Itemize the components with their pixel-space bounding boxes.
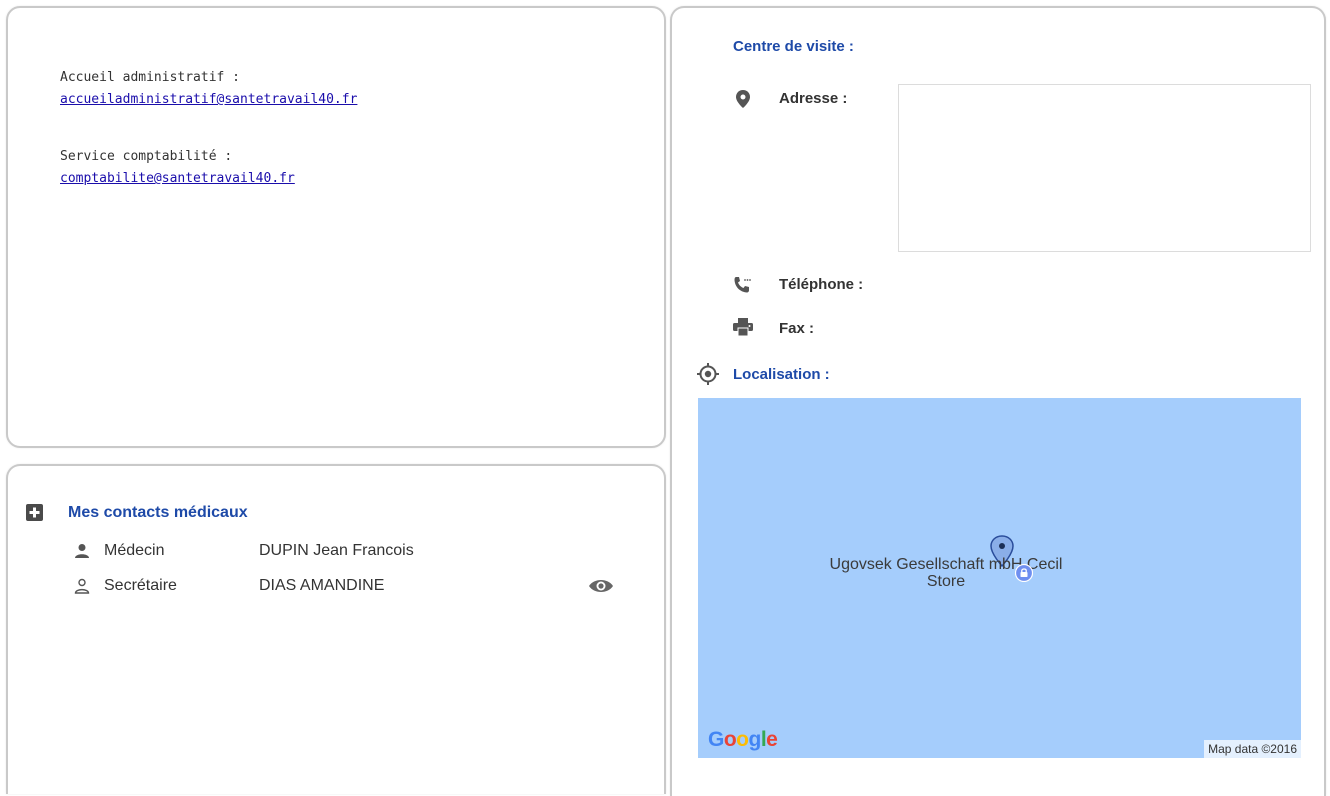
location-title: Localisation :	[733, 366, 830, 383]
fax-label: Fax :	[779, 320, 815, 337]
printer-icon	[733, 318, 753, 341]
address-label: Adresse :	[779, 90, 848, 107]
phone-icon	[733, 276, 751, 299]
admin-contacts-panel: Accueil administratif : accueiladministr…	[6, 6, 666, 448]
eye-icon[interactable]	[588, 577, 614, 600]
crosshair-icon	[697, 363, 719, 390]
phone-label: Téléphone :	[779, 276, 864, 293]
visit-centre-panel: Centre de visite : Adresse : Téléphone :…	[670, 6, 1326, 796]
medical-contacts-title: Mes contacts médicaux	[68, 504, 248, 521]
compta-block: Service comptabilité : comptabilite@sant…	[60, 149, 295, 186]
user-outline-icon	[74, 578, 90, 599]
visit-centre-title: Centre de visite :	[733, 38, 854, 55]
accueil-label: Accueil administratif :	[60, 70, 241, 85]
secretary-role: Secrétaire	[104, 577, 177, 594]
google-logo[interactable]: Google	[708, 728, 778, 752]
address-box	[898, 84, 1311, 252]
map-pin-icon	[736, 90, 750, 113]
medical-contacts-panel: Mes contacts médicaux Médecin DUPIN Jean…	[6, 464, 666, 794]
shop-lock-icon	[1014, 563, 1034, 587]
accueil-email-link[interactable]: accueiladministratif@santetravail40.fr	[60, 92, 357, 107]
secretary-name: DIAS AMANDINE	[259, 577, 385, 594]
map-place-label: Ugovsek Gesellschaft mbH Cecil Store	[829, 556, 1063, 590]
plus-square-icon	[26, 504, 43, 526]
compta-label: Service comptabilité :	[60, 149, 233, 164]
accueil-block: Accueil administratif : accueiladministr…	[60, 70, 357, 107]
doctor-name: DUPIN Jean Francois	[259, 542, 414, 559]
location-map[interactable]: Ugovsek Gesellschaft mbH Cecil Store Goo…	[698, 398, 1301, 758]
user-filled-icon	[74, 543, 90, 564]
map-data-credit[interactable]: Map data ©2016	[1204, 740, 1301, 758]
compta-email-link[interactable]: comptabilite@santetravail40.fr	[60, 171, 295, 186]
doctor-role: Médecin	[104, 542, 165, 559]
